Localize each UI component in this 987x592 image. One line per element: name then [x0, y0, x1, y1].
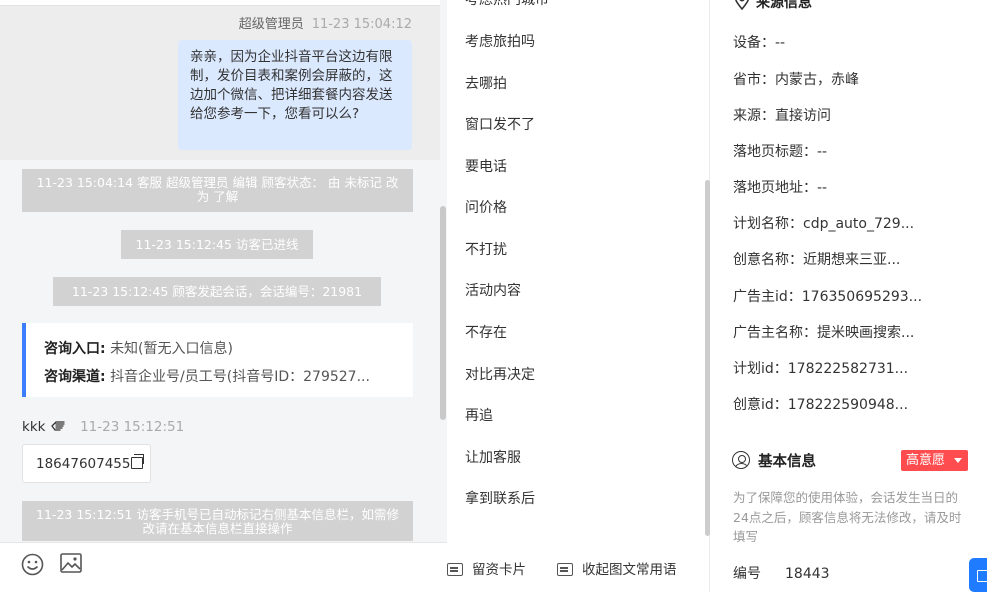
- agent-sender-name: 超级管理员: [238, 17, 304, 32]
- info-row-creative-name: 创意名称：近期想来三亚...: [733, 252, 901, 268]
- quick-reply-item[interactable]: 考虑旅拍吗: [465, 31, 535, 51]
- quick-replies-panel: 考虑热门城市 考虑旅拍吗 去哪拍 窗口发不了 要电话 问价格 不打扰 活动内容 …: [447, 0, 710, 592]
- lead-card-button[interactable]: 留资卡片: [447, 558, 526, 578]
- quick-reply-item[interactable]: 再追: [465, 405, 493, 425]
- intent-level-label: 高意愿: [906, 453, 946, 468]
- intent-level-dropdown[interactable]: 高意愿: [901, 450, 968, 471]
- caret-down-icon: [954, 458, 962, 463]
- visitor-phone-text: 18647607455: [36, 456, 131, 472]
- info-row-plan-name: 计划名称：cdp_auto_729...: [733, 216, 915, 232]
- quick-reply-item[interactable]: 不存在: [465, 322, 507, 342]
- system-message: 11-23 15:04:14 客服 超级管理员 编辑 顾客状态： 由 未标记 改…: [22, 169, 413, 212]
- chat-scrollbar[interactable]: [440, 206, 446, 420]
- info-row-advertiser-name: 广告主名称：提米映画搜索...: [733, 325, 915, 341]
- collapse-phrases-label: 收起图文常用语: [582, 562, 677, 578]
- agent-message-bubble: 亲亲，因为企业抖音平台这边有限制，发价目表和案例会屏蔽的，这边加个微信、把详细套…: [178, 40, 412, 150]
- source-info-title: 来源信息: [756, 0, 812, 11]
- consult-entry-value: 未知(暂无入口信息): [110, 341, 233, 357]
- info-row-landing-title: 落地页标题：--: [733, 144, 828, 160]
- quick-reply-item[interactable]: 活动内容: [465, 280, 521, 300]
- info-row-landing-url: 落地页地址：--: [733, 180, 828, 196]
- message-list-icon: [557, 563, 573, 576]
- copy-icon[interactable]: [131, 454, 145, 469]
- info-row-plan-id: 计划id：178222582731...: [733, 361, 909, 377]
- customer-info-panel: 来源信息 设备：-- 省市：内蒙古，赤峰 来源：直接访问 落地页标题：-- 落地…: [710, 0, 987, 592]
- lead-card-label: 留资卡片: [472, 562, 526, 578]
- consult-entry-label: 咨询入口:: [44, 341, 106, 357]
- info-row-creative-id: 创意id：178222590948...: [733, 397, 909, 413]
- emoji-icon[interactable]: [21, 553, 44, 576]
- visitor-name: kkk: [22, 419, 46, 435]
- basic-info-title: 基本信息: [758, 454, 816, 470]
- quick-reply-item[interactable]: 考虑热门城市: [465, 0, 549, 9]
- user-icon: [732, 451, 750, 469]
- image-icon[interactable]: [60, 553, 82, 573]
- info-row-province-city: 省市：内蒙古，赤峰: [733, 72, 859, 88]
- quick-reply-item[interactable]: 拿到联系后: [465, 488, 535, 508]
- chat-panel: 超级管理员 11-23 15:04:12 亲亲，因为企业抖音平台这边有限制，发价目…: [0, 0, 447, 592]
- consult-info-card: 咨询入口: 未知(暂无入口信息) 咨询渠道: 抖音企业号/员工号(抖音号ID：2…: [22, 323, 413, 397]
- quick-reply-item[interactable]: 对比再决定: [465, 364, 535, 384]
- info-row-device: 设备：--: [733, 35, 786, 51]
- consult-entry-row: 咨询入口: 未知(暂无入口信息): [44, 335, 394, 363]
- customer-code-label: 编号: [733, 566, 761, 582]
- system-message: 11-23 15:12:45 顾客发起会话，会话编号：21981: [53, 277, 381, 306]
- system-message: 11-23 15:12:45 访客已进线: [121, 230, 313, 259]
- quick-replies-actions: 留资卡片 收起图文常用语: [447, 542, 709, 592]
- quick-reply-item[interactable]: 去哪拍: [465, 73, 507, 93]
- edit-notice: 为了保障您的使用体验，会话发生当日的24点之后，顾客信息将无法修改，请及时填写: [733, 490, 962, 544]
- floating-action-button[interactable]: [969, 558, 987, 592]
- customer-code-value: 18443: [785, 566, 830, 582]
- location-pin-icon: [734, 0, 750, 11]
- consult-channel-label: 咨询渠道:: [44, 369, 106, 385]
- refresh-icon[interactable]: [949, 0, 967, 7]
- quick-reply-item[interactable]: 让加客服: [465, 447, 521, 467]
- chat-top-edge: [0, 0, 440, 6]
- hand-pointer-icon: [51, 421, 65, 431]
- visitor-phone-message[interactable]: 18647607455: [22, 444, 151, 483]
- basic-info-header: 基本信息: [732, 450, 816, 471]
- agent-sender-line: 超级管理员 11-23 15:04:12: [239, 13, 412, 32]
- consult-channel-row: 咨询渠道: 抖音企业号/员工号(抖音号ID：279527...: [44, 363, 394, 391]
- customer-code-row: 编号 18443: [733, 563, 830, 583]
- message-card-icon: [447, 563, 463, 576]
- system-message: 11-23 15:12:51 访客手机号已自动标记右侧基本信息栏，如需修改请在基…: [22, 501, 413, 541]
- quick-reply-item[interactable]: 不打扰: [465, 239, 507, 259]
- visitor-sender-line: kkk 11-23 15:12:51: [22, 419, 184, 435]
- quick-reply-item[interactable]: 窗口发不了: [465, 114, 535, 134]
- info-row-advertiser-id: 广告主id：176350695293...: [733, 289, 923, 305]
- chat-input-toolbar: [0, 542, 447, 592]
- source-info-header: 来源信息: [734, 0, 812, 12]
- collapse-phrases-button[interactable]: 收起图文常用语: [557, 558, 677, 578]
- visitor-message-time: 11-23 15:12:51: [80, 419, 185, 435]
- quick-reply-item[interactable]: 要电话: [465, 156, 507, 176]
- info-row-source: 来源：直接访问: [733, 108, 831, 124]
- agent-message-time: 11-23 15:04:12: [311, 17, 412, 32]
- quick-reply-item[interactable]: 问价格: [465, 197, 507, 217]
- agent-message-area: 超级管理员 11-23 15:04:12 亲亲，因为企业抖音平台这边有限制，发价目…: [0, 0, 440, 160]
- consult-channel-value: 抖音企业号/员工号(抖音号ID：279527...: [110, 369, 370, 385]
